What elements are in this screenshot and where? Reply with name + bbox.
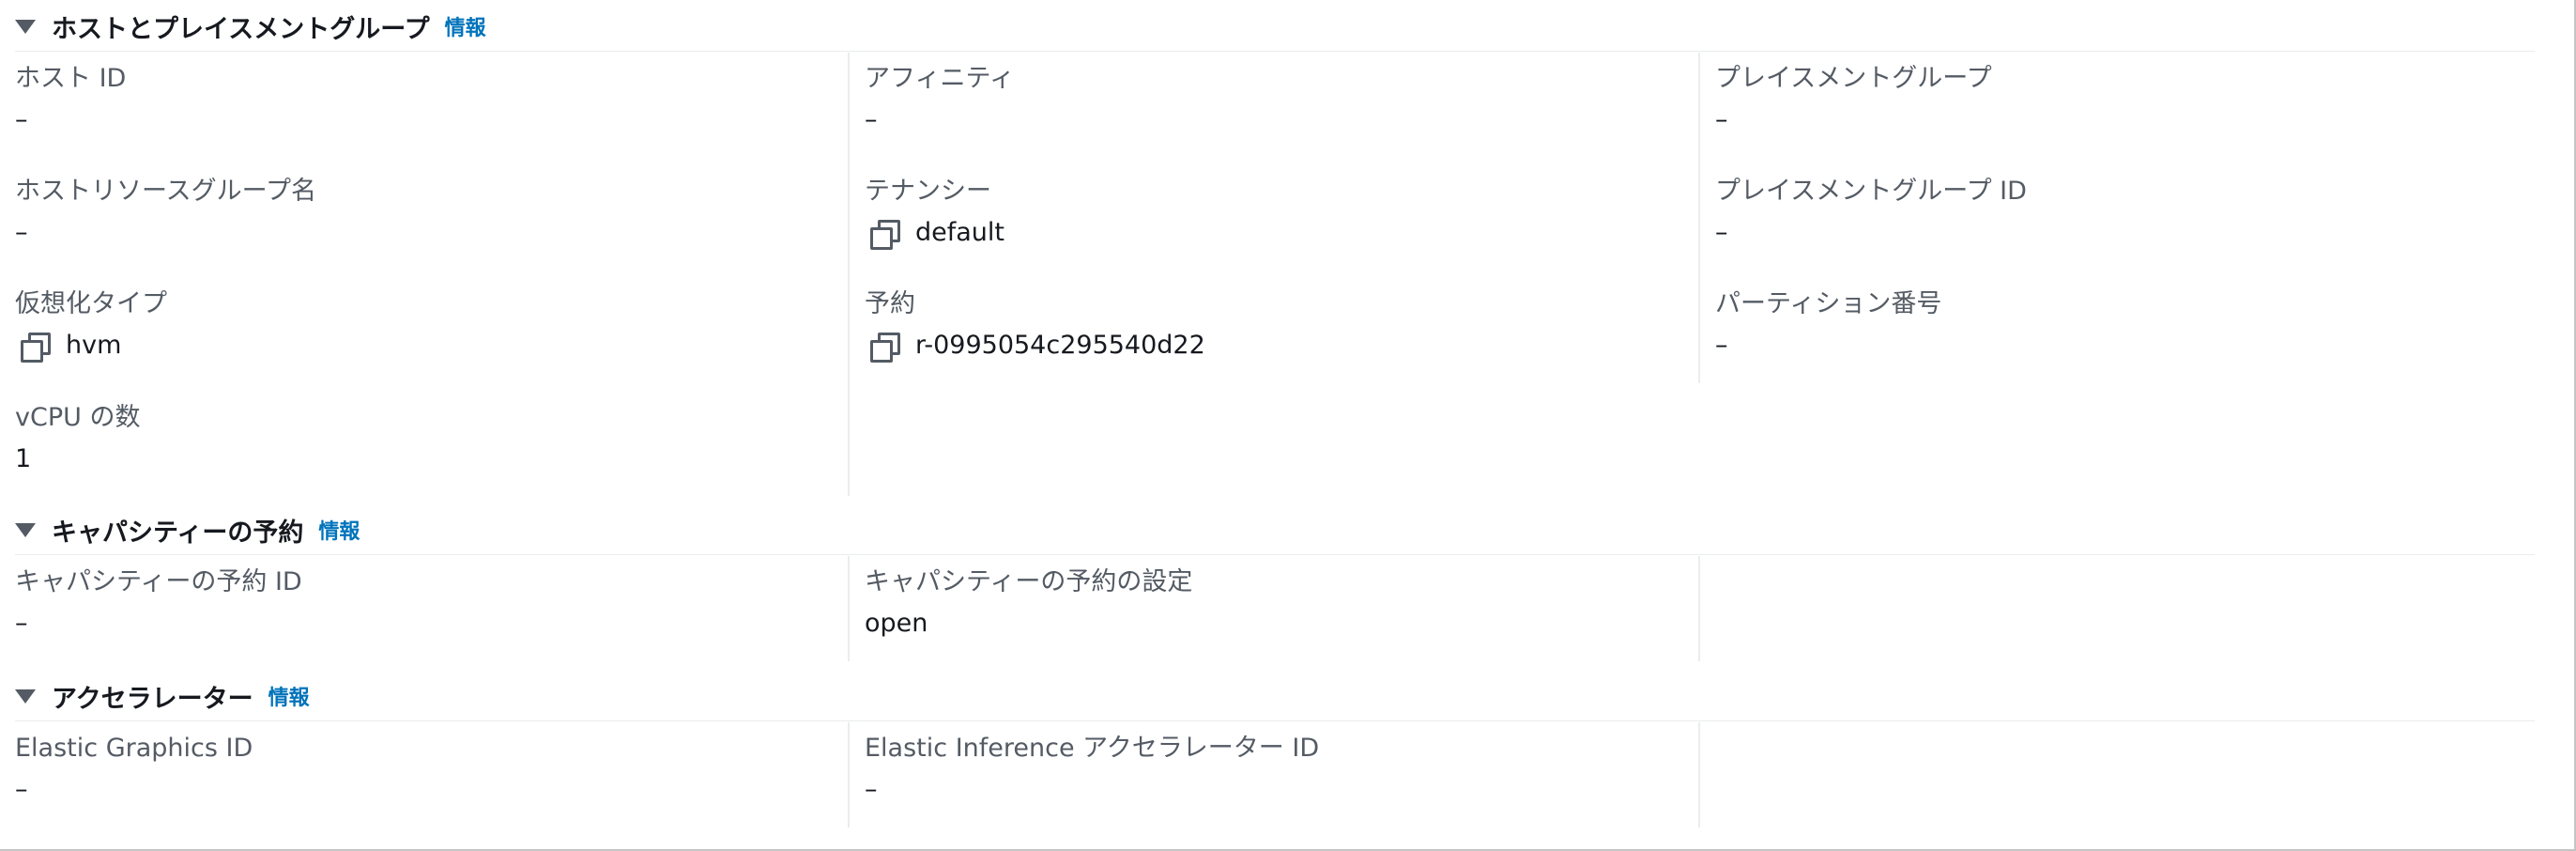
field-value: – (1715, 105, 1728, 134)
field-value: – (15, 218, 28, 247)
field-label: ホスト ID (15, 64, 127, 93)
reservation-value: r-0995054c295540d22 (915, 331, 1205, 360)
field-partition-number: パーティション番号 – (1715, 288, 1941, 362)
section-title: ホストとプレイスメントグループ (52, 14, 430, 44)
field-vcpu-count: vCPU の数 1 (15, 402, 140, 475)
field-value: r-0995054c295540d22 (865, 330, 1205, 363)
section-title: アクセラレーター (52, 684, 253, 714)
field-label: 予約 (865, 289, 915, 318)
column-divider (1698, 722, 1700, 828)
field-label: テナンシー (865, 177, 991, 206)
copy-icon[interactable] (21, 333, 51, 363)
field-value: – (15, 775, 28, 804)
field-placement-group-id: プレイスメントグループ ID – (1715, 176, 2027, 249)
section-divider (15, 720, 2535, 721)
field-capacity-reservation-id: キャパシティーの予約 ID – (15, 566, 302, 640)
accelerator-section-header[interactable]: アクセラレーター 情報 (15, 670, 310, 722)
instance-details-panel: ホストとプレイスメントグループ 情報 ホスト ID – アフィニティ – プレイ… (0, 0, 2576, 851)
field-label: パーティション番号 (1715, 289, 1942, 318)
field-affinity: アフィニティ – (865, 63, 1015, 136)
column-divider (848, 556, 850, 661)
field-label: 仮想化タイプ (15, 289, 167, 318)
field-value: – (865, 775, 878, 804)
field-label: ホストリソースグループ名 (15, 177, 317, 206)
caret-down-icon[interactable] (15, 522, 36, 537)
field-value: open (865, 609, 928, 638)
field-virtualization-type: 仮想化タイプ hvm (15, 288, 167, 363)
info-link[interactable]: 情報 (268, 681, 310, 711)
column-divider (1698, 53, 1700, 383)
field-elastic-inference-id: Elastic Inference アクセラレーター ID – (865, 733, 1319, 806)
section-divider (15, 51, 2535, 52)
caret-down-icon[interactable] (15, 689, 36, 704)
field-value: 1 (15, 444, 32, 473)
field-label: vCPU の数 (15, 403, 141, 432)
copy-icon[interactable] (870, 220, 900, 250)
field-value: default (865, 217, 1005, 250)
field-value: – (15, 105, 28, 134)
field-label: Elastic Inference アクセラレーター ID (865, 734, 1320, 763)
field-value: – (15, 609, 28, 638)
field-label: プレイスメントグループ ID (1715, 177, 2027, 206)
field-tenancy: テナンシー default (865, 176, 1005, 250)
field-label: アフィニティ (865, 64, 1015, 93)
info-link[interactable]: 情報 (445, 11, 486, 41)
field-capacity-reservation-setting: キャパシティーの予約の設定 open (865, 566, 1192, 640)
field-placement-group: プレイスメントグループ – (1715, 63, 1992, 136)
field-host-resource-group: ホストリソースグループ名 – (15, 176, 316, 249)
tenancy-value: default (915, 218, 1005, 247)
column-divider (848, 722, 850, 828)
field-value: hvm (15, 330, 167, 363)
host-placement-section-header[interactable]: ホストとプレイスメントグループ 情報 (15, 0, 486, 53)
virtualization-type-value: hvm (66, 331, 122, 360)
caret-down-icon[interactable] (15, 19, 36, 34)
field-host-id: ホスト ID – (15, 63, 126, 136)
field-label: プレイスメントグループ (1715, 64, 1992, 93)
capacity-reservation-section-header[interactable]: キャパシティーの予約 情報 (15, 503, 360, 556)
field-elastic-graphics-id: Elastic Graphics ID – (15, 733, 253, 806)
field-reservation: 予約 r-0995054c295540d22 (865, 288, 1205, 363)
field-value: – (865, 105, 878, 134)
field-label: キャパシティーの予約の設定 (865, 567, 1193, 596)
field-label: Elastic Graphics ID (15, 734, 253, 763)
column-divider (848, 53, 850, 496)
info-link[interactable]: 情報 (318, 515, 360, 545)
section-title: キャパシティーの予約 (52, 518, 304, 548)
copy-icon[interactable] (870, 333, 900, 363)
section-divider (15, 554, 2535, 555)
column-divider (1698, 556, 1700, 661)
field-value: – (1715, 331, 1728, 360)
field-value: – (1715, 218, 1728, 247)
field-label: キャパシティーの予約 ID (15, 567, 302, 596)
